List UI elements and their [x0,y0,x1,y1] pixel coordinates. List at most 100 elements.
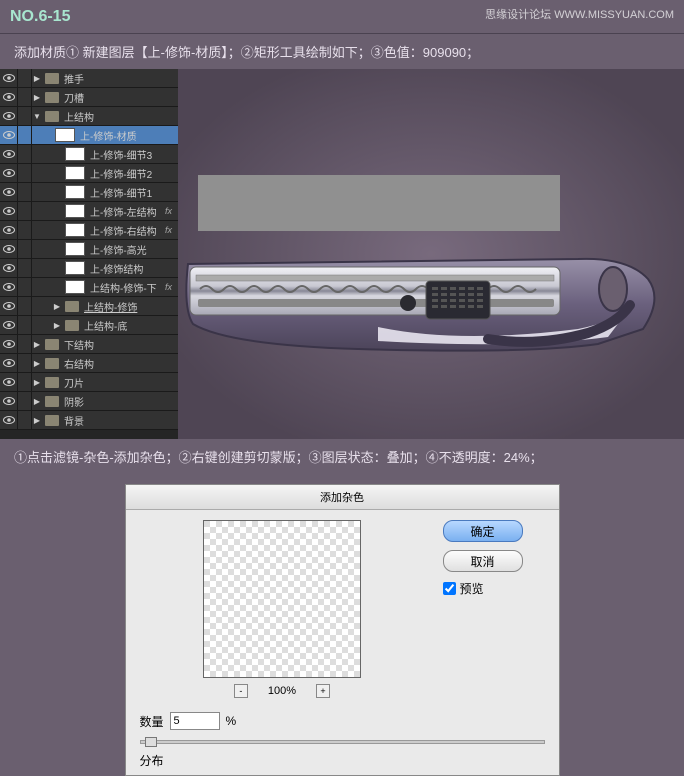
layer-row[interactable]: 上-修饰-细节3 [0,145,178,164]
dialog-title: 添加杂色 [126,485,559,510]
visibility-icon[interactable] [0,316,18,334]
fx-badge[interactable]: fx [165,225,172,235]
ok-button[interactable]: 确定 [443,520,523,542]
layer-label: 上-修饰-材质 [80,128,137,143]
cancel-button[interactable]: 取消 [443,550,523,572]
layer-row[interactable]: 上-修饰-左结构 fx [0,202,178,221]
knife-illustration [178,209,678,359]
visibility-icon[interactable] [0,88,18,106]
visibility-icon[interactable] [0,221,18,239]
layer-thumbnail [55,128,75,142]
layer-label: 刀片 [64,375,84,390]
amount-slider[interactable] [140,740,545,744]
layer-row[interactable]: 上-修饰-高光 [0,240,178,259]
layer-label: 上结构-修饰-下 [90,280,157,295]
layer-thumbnail [65,223,85,237]
layer-label: 阴影 [64,394,84,409]
layer-label: 上-修饰结构 [90,261,143,276]
visibility-icon[interactable] [0,278,18,296]
layer-row[interactable]: 上-修饰-细节2 [0,164,178,183]
layer-thumbnail [65,147,85,161]
design-canvas [178,69,684,439]
layer-row[interactable]: ▶ 刀片 [0,373,178,392]
distribution-label: 分布 [126,746,559,775]
preview-label: 预览 [460,580,484,597]
zoom-in-button[interactable]: + [316,684,330,698]
layer-row[interactable]: 上-修饰-材质 [0,126,178,145]
visibility-icon[interactable] [0,240,18,258]
layer-thumbnail [65,166,85,180]
layer-label: 刀槽 [64,90,84,105]
visibility-icon[interactable] [0,145,18,163]
add-noise-dialog: 添加杂色 - 100% + 确定 取消 预览 数量 [125,484,560,776]
layer-row[interactable]: ▶ 右结构 [0,354,178,373]
layer-label: 上结构-修饰 [84,299,137,314]
expand-arrow-icon[interactable]: ▶ [32,416,42,425]
layer-label: 上-修饰-右结构 [90,223,157,238]
layer-thumbnail [65,204,85,218]
step-number: NO.6-15 [10,8,70,26]
layer-label: 推手 [64,71,84,86]
preview-checkbox[interactable] [443,582,456,595]
layer-label: 上-修饰-左结构 [90,204,157,219]
folder-icon [65,320,79,331]
visibility-icon[interactable] [0,392,18,410]
layer-label: 右结构 [64,356,94,371]
amount-input[interactable] [170,712,220,730]
layer-thumbnail [65,185,85,199]
folder-icon [65,301,79,312]
material-rectangle [198,175,560,231]
visibility-icon[interactable] [0,335,18,353]
amount-label: 数量 [140,713,164,730]
visibility-icon[interactable] [0,373,18,391]
layer-row[interactable]: 上-修饰-右结构 fx [0,221,178,240]
visibility-icon[interactable] [0,297,18,315]
layer-row[interactable]: ▶ 上结构-修饰 [0,297,178,316]
layer-row[interactable]: 上-修饰-细节1 [0,183,178,202]
expand-arrow-icon[interactable]: ▶ [32,340,42,349]
layer-thumbnail [65,280,85,294]
expand-arrow-icon[interactable]: ▶ [32,397,42,406]
layers-panel[interactable]: ▶ 推手 ▶ 刀槽 ▼ 上结构上-修饰-材质上-修饰-细节3 上-修饰-细节2 上-修饰-细节… [0,69,178,439]
layer-row[interactable]: 上-修饰结构 [0,259,178,278]
watermark: 思缘设计论坛 WWW.MISSYUAN.COM [485,6,674,22]
layer-row[interactable]: ▶ 推手 [0,69,178,88]
folder-icon [45,377,59,388]
visibility-icon[interactable] [0,69,18,87]
layer-row[interactable]: ▶ 上结构-底 [0,316,178,335]
layer-row[interactable]: ▶ 阴影 [0,392,178,411]
folder-icon [45,415,59,426]
layer-label: 上-修饰-细节3 [90,147,152,162]
expand-arrow-icon[interactable]: ▶ [32,74,42,83]
layer-label: 上结构-底 [84,318,127,333]
noise-preview [203,520,361,678]
visibility-icon[interactable] [0,164,18,182]
visibility-icon[interactable] [0,259,18,277]
layer-row[interactable]: ▼ 上结构 [0,107,178,126]
instruction-2: ①点击滤镜-杂色-添加杂色；②右键创建剪切蒙版；③图层状态：叠加；④不透明度：2… [0,439,684,474]
fx-badge[interactable]: fx [165,282,172,292]
layer-label: 上-修饰-细节1 [90,185,152,200]
fx-badge[interactable]: fx [165,206,172,216]
folder-icon [45,339,59,350]
layer-row[interactable]: ▶下结构 [0,335,178,354]
layer-label: 上结构 [64,109,94,124]
visibility-icon[interactable] [0,126,18,144]
expand-arrow-icon[interactable]: ▶ [32,93,42,102]
expand-arrow-icon[interactable]: ▶ [52,302,62,311]
visibility-icon[interactable] [0,183,18,201]
visibility-icon[interactable] [0,202,18,220]
folder-icon [45,111,59,122]
layer-row[interactable]: ▶ 刀槽 [0,88,178,107]
layer-row[interactable]: 上结构-修饰-下 fx [0,278,178,297]
expand-arrow-icon[interactable]: ▶ [32,378,42,387]
expand-arrow-icon[interactable]: ▼ [32,112,42,121]
expand-arrow-icon[interactable]: ▶ [32,359,42,368]
visibility-icon[interactable] [0,411,18,429]
visibility-icon[interactable] [0,354,18,372]
layer-label: 上-修饰-细节2 [90,166,152,181]
visibility-icon[interactable] [0,107,18,125]
expand-arrow-icon[interactable]: ▶ [52,321,62,330]
zoom-out-button[interactable]: - [234,684,248,698]
layer-row[interactable]: ▶背景 [0,411,178,430]
